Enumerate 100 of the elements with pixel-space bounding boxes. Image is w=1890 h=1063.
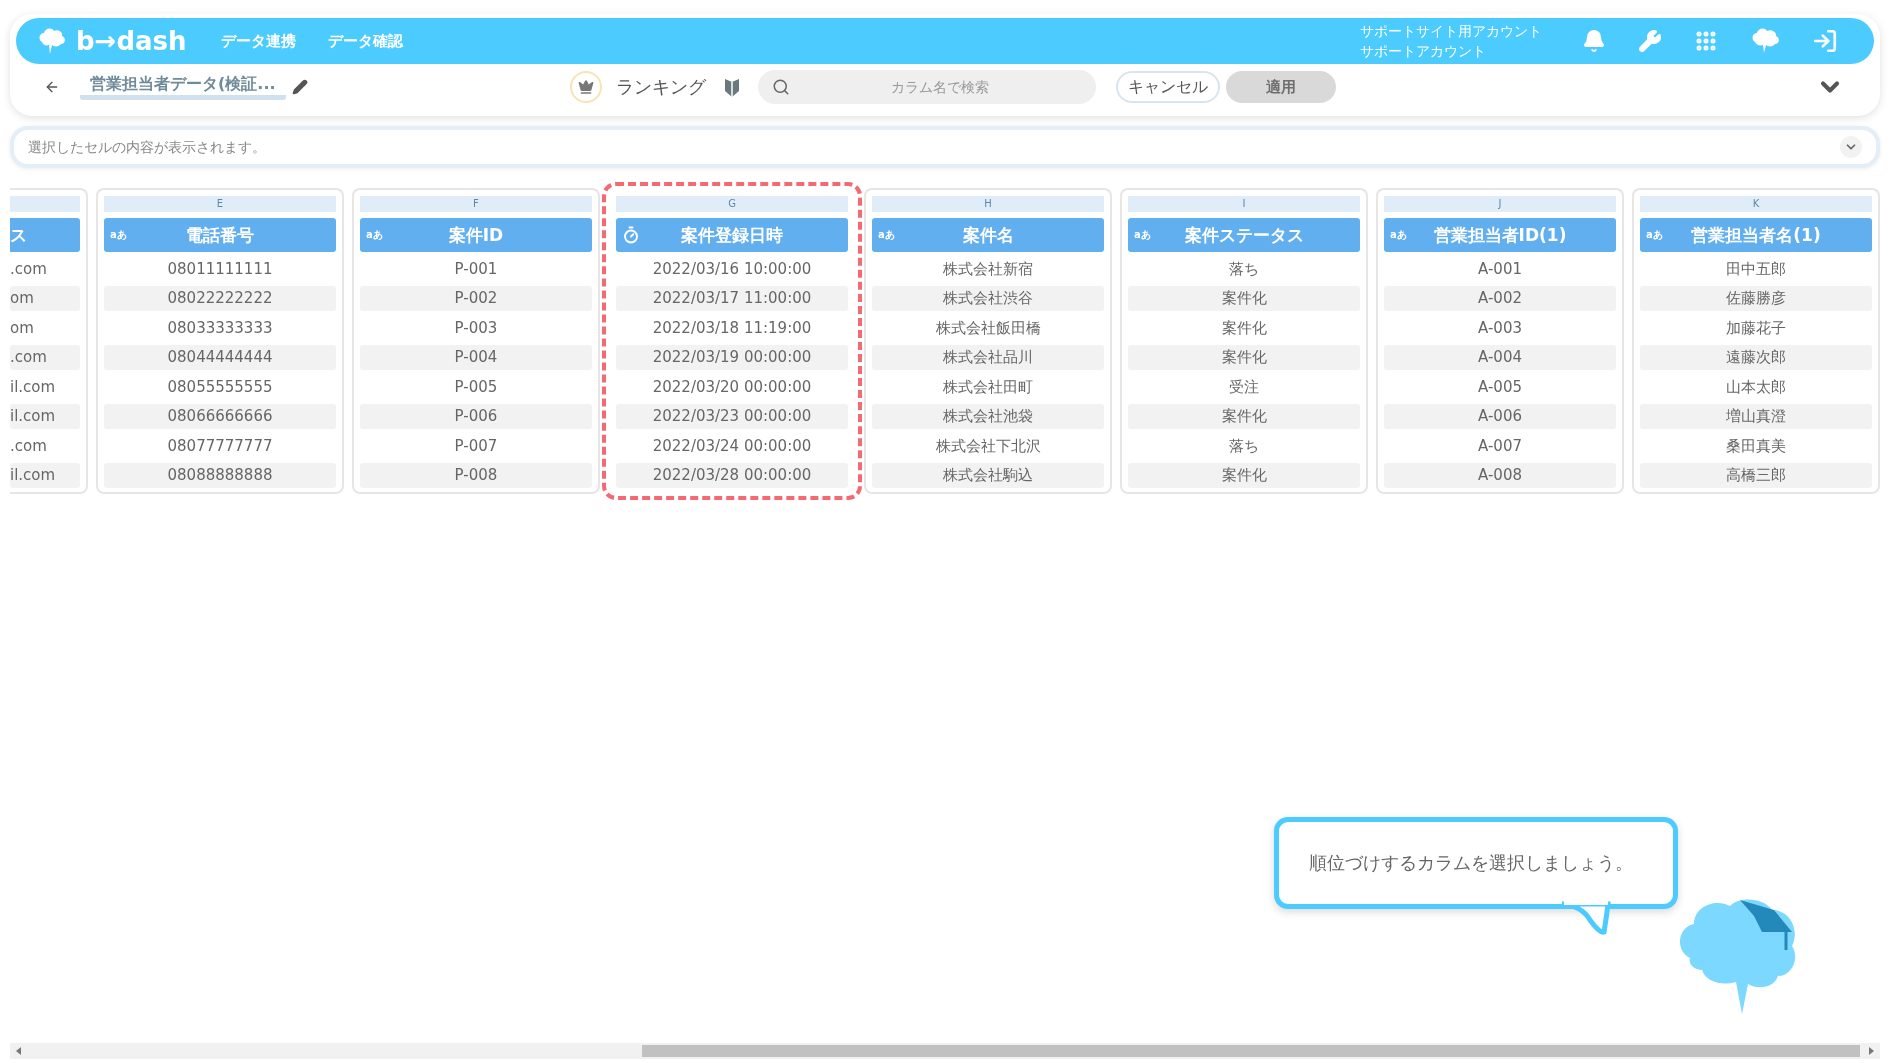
table-cell[interactable]: 2022/03/28 00:00:00 xyxy=(616,463,848,488)
table-cell[interactable]: .com xyxy=(10,433,80,459)
table-cell[interactable]: 佐藤勝彦 xyxy=(1640,286,1872,311)
table-cell[interactable]: 2022/03/16 10:00:00 xyxy=(616,256,848,282)
table-cell[interactable]: P-001 xyxy=(360,256,592,282)
bell-icon[interactable] xyxy=(1582,29,1606,53)
table-cell[interactable]: 2022/03/24 00:00:00 xyxy=(616,433,848,459)
table-cell[interactable]: 加藤花子 xyxy=(1640,315,1872,341)
type-label: aあ xyxy=(366,228,383,242)
table-cell[interactable]: .com xyxy=(10,345,80,370)
column-title: ス xyxy=(10,223,27,247)
column-card[interactable]: H aあ 案件名 株式会社新宿 株式会社渋谷 株式会社飯田橋 株式会社品川 株式会社田町 株式会社池袋 株式会社下北沢 株式会社駒込 xyxy=(864,188,1112,494)
cancel-button[interactable]: キャンセル xyxy=(1115,71,1220,103)
data-title[interactable]: 営業担当者データ(検証... xyxy=(80,74,286,100)
column-card[interactable]: K aあ 営業担当者名(1) 田中五郎 佐藤勝彦 加藤花子 遠藤次郎 山本太郎 増山真澄 桑田真美 高橋三郎 xyxy=(1632,188,1880,494)
wrench-icon[interactable] xyxy=(1638,29,1662,53)
table-cell[interactable]: 08055555555 xyxy=(104,374,336,400)
column-letter: K xyxy=(1640,196,1872,212)
column-card[interactable]: J aあ 営業担当者ID(1) A-001 A-002 A-003 A-004 A-005 A-006 A-007 A-008 xyxy=(1376,188,1624,494)
table-cell[interactable]: P-006 xyxy=(360,404,592,429)
table-cell[interactable]: 株式会社品川 xyxy=(872,345,1104,370)
timer-icon xyxy=(622,226,640,244)
table-cell[interactable]: 桑田真美 xyxy=(1640,433,1872,459)
table-cell[interactable]: 株式会社飯田橋 xyxy=(872,315,1104,341)
table-cell[interactable]: 増山真澄 xyxy=(1640,404,1872,429)
column-letter: E xyxy=(104,196,336,212)
table-cell[interactable]: 2022/03/18 11:19:00 xyxy=(616,315,848,341)
table-cell[interactable]: P-002 xyxy=(360,286,592,311)
table-cell[interactable]: P-004 xyxy=(360,345,592,370)
table-cell[interactable]: 08088888888 xyxy=(104,463,336,488)
table-cell[interactable]: 2022/03/17 11:00:00 xyxy=(616,286,848,311)
logout-icon[interactable] xyxy=(1812,28,1838,54)
apps-grid-icon[interactable] xyxy=(1694,29,1718,53)
table-cell[interactable]: 08066666666 xyxy=(104,404,336,429)
table-cell[interactable]: 株式会社下北沢 xyxy=(872,433,1104,459)
cell-content-field[interactable]: 選択したセルの内容が表示されます。 xyxy=(10,126,1880,168)
column-title: 案件ステータス xyxy=(1184,223,1304,247)
table-cell[interactable]: A-007 xyxy=(1384,433,1616,459)
column-card[interactable]: F aあ 案件ID P-001 P-002 P-003 P-004 P-005 P-006 P-007 P-008 xyxy=(352,188,600,494)
table-cell[interactable]: A-002 xyxy=(1384,286,1616,311)
table-cell[interactable]: 08011111111 xyxy=(104,256,336,282)
table-cell[interactable]: .com xyxy=(10,256,80,282)
column-title: 案件ID xyxy=(448,223,504,247)
table-cell[interactable]: om xyxy=(10,315,80,341)
table-cell[interactable]: 案件化 xyxy=(1128,286,1360,311)
column-letter xyxy=(10,196,80,212)
back-icon[interactable] xyxy=(44,79,60,95)
table-cell[interactable]: 株式会社渋谷 xyxy=(872,286,1104,311)
table-cell[interactable]: 株式会社駒込 xyxy=(872,463,1104,488)
table-cell[interactable]: A-003 xyxy=(1384,315,1616,341)
table-cell[interactable]: il.com xyxy=(10,463,80,488)
table-cell[interactable]: P-003 xyxy=(360,315,592,341)
crown-icon xyxy=(569,71,602,103)
table-cell[interactable]: 落ち xyxy=(1128,433,1360,459)
type-label: aあ xyxy=(1134,228,1151,242)
account-name: サポートアカウント xyxy=(1360,42,1487,61)
table-cell[interactable]: 受注 xyxy=(1128,374,1360,400)
table-cell[interactable]: 遠藤次郎 xyxy=(1640,345,1872,370)
table-cell[interactable]: 案件化 xyxy=(1128,315,1360,341)
table-cell[interactable]: 08077777777 xyxy=(104,433,336,459)
column-title: 案件登録日時 xyxy=(681,223,783,247)
table-cell[interactable]: 落ち xyxy=(1128,256,1360,282)
table-cell[interactable]: A-004 xyxy=(1384,345,1616,370)
table-cell[interactable]: il.com xyxy=(10,404,80,429)
table-cell[interactable]: P-007 xyxy=(360,433,592,459)
column-card[interactable]: G 案件登録日時 2022/03/16 10:00:00 2022/03/17 11:00:00 2022/03/18 11:19:00 2022/03/19 00:00:00 2022/03/20 00:00:00 2022/03/23 00:00:00 2022/03/24 00:00:00 2022/03/28 00:00:00 xyxy=(608,188,856,494)
table-cell[interactable]: 株式会社田町 xyxy=(872,374,1104,400)
account-name: サポートサイト用アカウント xyxy=(1360,22,1542,41)
table-cell[interactable]: P-005 xyxy=(360,374,592,400)
table-cell[interactable]: A-006 xyxy=(1384,404,1616,429)
table-cell[interactable]: 2022/03/20 00:00:00 xyxy=(616,374,848,400)
table-cell[interactable]: 08044444444 xyxy=(104,345,336,370)
table-cell[interactable]: il.com xyxy=(10,374,80,400)
type-label: aあ xyxy=(1390,228,1407,242)
table-cell[interactable]: 株式会社池袋 xyxy=(872,404,1104,429)
table-cell[interactable]: 案件化 xyxy=(1128,345,1360,370)
table-cell[interactable]: 08022222222 xyxy=(104,286,336,311)
edit-icon[interactable] xyxy=(291,79,308,95)
table-cell[interactable]: 高橋三郎 xyxy=(1640,463,1872,488)
column-letter: I xyxy=(1128,196,1360,212)
table-cell[interactable]: 田中五郎 xyxy=(1640,256,1872,282)
column-card[interactable]: ス .com om om .com il.com il.com .com il.com xyxy=(10,188,88,494)
table-cell[interactable]: A-008 xyxy=(1384,463,1616,488)
search-field[interactable]: カラム名で検索 xyxy=(757,70,1096,104)
search-icon xyxy=(771,78,790,96)
table-cell[interactable]: 08033333333 xyxy=(104,315,336,341)
table-cell[interactable]: om xyxy=(10,286,80,311)
table-cell[interactable]: 案件化 xyxy=(1128,463,1360,488)
table-cell[interactable]: P-008 xyxy=(360,463,592,488)
column-title: 電話番号 xyxy=(186,223,254,247)
table-cell[interactable]: 株式会社新宿 xyxy=(872,256,1104,282)
column-title: 営業担当者名(1) xyxy=(1691,223,1821,247)
table-cell[interactable]: A-001 xyxy=(1384,256,1616,282)
table-cell[interactable]: 2022/03/19 00:00:00 xyxy=(616,345,848,370)
column-card[interactable]: I aあ 案件ステータス 落ち 案件化 案件化 案件化 受注 案件化 落ち 案件化 xyxy=(1120,188,1368,494)
table-cell[interactable]: 案件化 xyxy=(1128,404,1360,429)
table-cell[interactable]: A-005 xyxy=(1384,374,1616,400)
table-cell[interactable]: 山本太郎 xyxy=(1640,374,1872,400)
column-card[interactable]: E aあ 電話番号 08011111111 08022222222 08033333333 08044444444 08055555555 08066666666 08077777777 08088888888 xyxy=(96,188,344,494)
table-cell[interactable]: 2022/03/23 00:00:00 xyxy=(616,404,848,429)
